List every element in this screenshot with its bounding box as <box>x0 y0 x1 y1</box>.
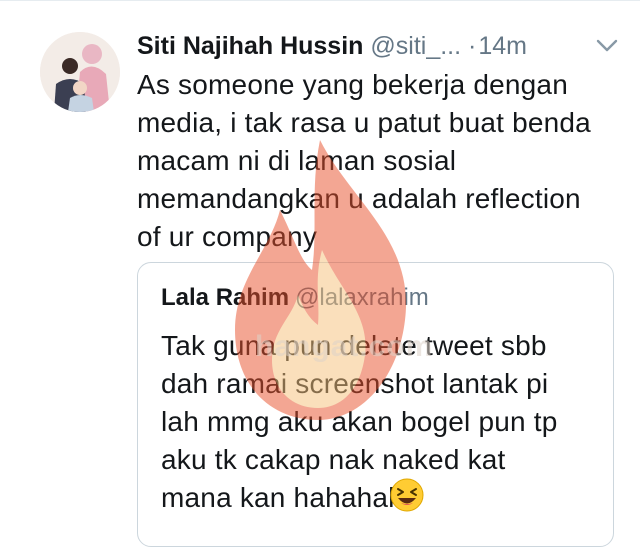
user-handle[interactable]: @siti_... <box>370 32 461 60</box>
watermark-text: hangat.com <box>255 330 434 363</box>
tweet-timestamp[interactable]: 14m <box>478 32 527 60</box>
quoted-tweet-card[interactable]: Lala Rahim @lalaxrahim Tak guna pun delet… <box>137 262 614 547</box>
laughing-emoji-icon <box>390 478 424 512</box>
avatar-photo-icon <box>40 32 120 112</box>
quoted-user-handle: @lalaxrahim <box>295 284 429 311</box>
tweet-header: Siti Najihah Hussin @siti_... ·14m <box>137 30 627 64</box>
top-divider <box>0 0 640 1</box>
chevron-down-icon[interactable] <box>596 38 618 54</box>
quoted-tweet-header: Lala Rahim @lalaxrahim <box>161 283 429 313</box>
separator-dot: · <box>468 32 477 60</box>
display-name[interactable]: Siti Najihah Hussin <box>137 32 363 60</box>
tweet-view: Siti Najihah Hussin @siti_... ·14m As so… <box>0 0 640 556</box>
avatar[interactable] <box>40 32 120 112</box>
quoted-display-name: Lala Rahim <box>161 284 290 311</box>
tweet-text: As someone yang bekerja dengan media, i … <box>137 69 591 252</box>
